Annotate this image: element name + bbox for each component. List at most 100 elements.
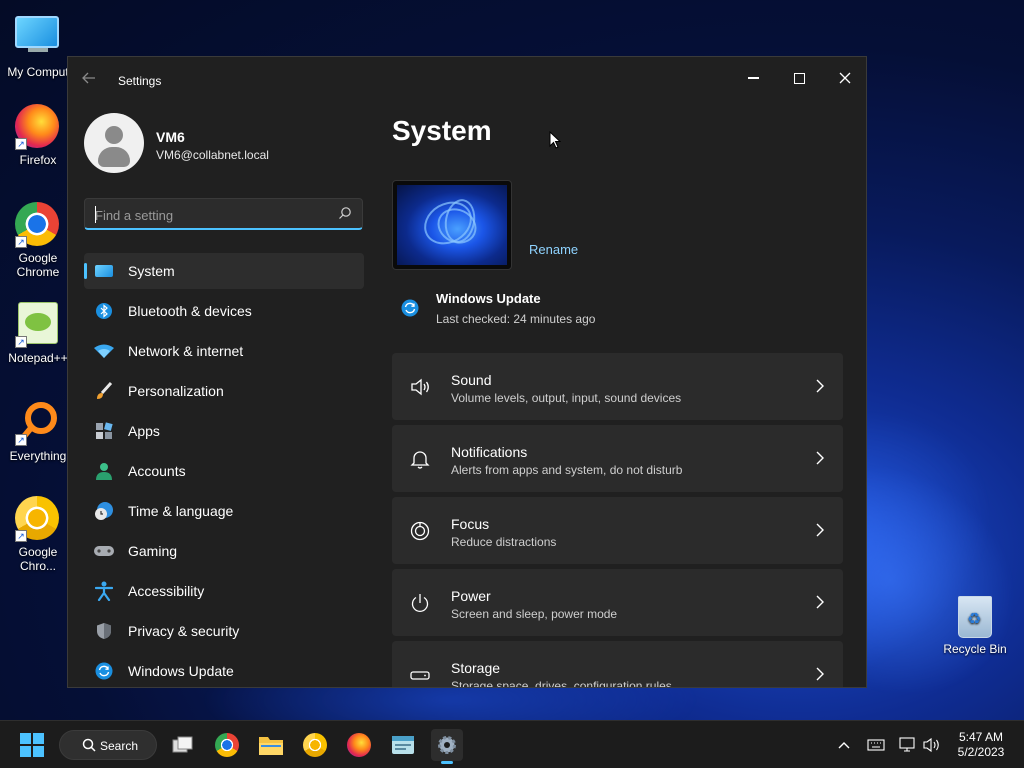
desktop-icon-notepad-plus-plus[interactable]: ↗ Notepad++ bbox=[0, 302, 76, 365]
sidebar-item-bluetooth-devices[interactable]: Bluetooth & devices bbox=[84, 293, 364, 329]
desktop-icon-label: Firefox bbox=[19, 153, 57, 167]
sidebar-item-label: Privacy & security bbox=[128, 623, 240, 639]
card-title: Power bbox=[451, 588, 491, 604]
sidebar-item-gaming[interactable]: Gaming bbox=[84, 533, 364, 569]
taskbar-chrome[interactable] bbox=[211, 729, 243, 761]
chevron-right-icon bbox=[816, 523, 824, 537]
search-input[interactable] bbox=[95, 205, 325, 225]
sidebar-item-personalization[interactable]: Personalization bbox=[84, 373, 364, 409]
search-box[interactable] bbox=[84, 198, 363, 230]
speaker-icon bbox=[923, 737, 939, 753]
windows-update-title[interactable]: Windows Update bbox=[436, 291, 541, 306]
taskbar-search-label: Search bbox=[100, 739, 139, 753]
settings-window: Settings VM6 VM6@collabnet.local System bbox=[67, 56, 867, 688]
card-subtitle: Storage space, drives, configuration rul… bbox=[451, 679, 672, 688]
desktop-wallpaper-thumbnail bbox=[392, 180, 512, 270]
card-notifications[interactable]: Notifications Alerts from apps and syste… bbox=[392, 425, 843, 492]
task-view-button[interactable] bbox=[167, 729, 199, 761]
taskbar: Search 5:47 AM 5/2/2023 bbox=[0, 720, 1024, 768]
desktop-icon-recycle-bin[interactable]: ♻ Recycle Bin bbox=[940, 596, 1010, 656]
speaker-icon bbox=[411, 378, 429, 396]
notepad-plus-plus-icon bbox=[392, 736, 414, 754]
sidebar-item-privacy-security[interactable]: Privacy & security bbox=[84, 613, 364, 649]
windows-update-icon bbox=[401, 299, 419, 317]
volume-tray-button[interactable] bbox=[922, 735, 942, 755]
sidebar-nav: System Bluetooth & devices Network & int… bbox=[84, 253, 364, 687]
keyboard-icon bbox=[867, 739, 885, 751]
sidebar-item-label: Personalization bbox=[128, 383, 224, 399]
card-subtitle: Alerts from apps and system, do not dist… bbox=[451, 463, 683, 477]
desktop-icon-google-chrome-canary[interactable]: ↗ Google Chro... bbox=[0, 496, 76, 573]
everything-search-icon: ↗ bbox=[15, 400, 61, 446]
desktop-icon-everything[interactable]: ↗ Everything bbox=[0, 400, 76, 463]
power-icon bbox=[411, 594, 429, 612]
windows-update-status: Last checked: 24 minutes ago bbox=[436, 312, 596, 326]
minimize-icon bbox=[747, 77, 759, 79]
card-power[interactable]: Power Screen and sleep, power mode bbox=[392, 569, 843, 636]
close-button[interactable] bbox=[822, 63, 866, 93]
apps-icon bbox=[94, 421, 114, 441]
bluetooth-icon bbox=[94, 301, 114, 321]
sidebar-item-system[interactable]: System bbox=[84, 253, 364, 289]
taskbar-firefox[interactable] bbox=[343, 729, 375, 761]
chevron-right-icon bbox=[816, 595, 824, 609]
card-storage[interactable]: Storage Storage space, drives, configura… bbox=[392, 641, 843, 688]
sidebar-item-label: Bluetooth & devices bbox=[128, 303, 252, 319]
account-icon bbox=[94, 461, 114, 481]
desktop-icon-label: Everything bbox=[9, 449, 67, 463]
wifi-icon bbox=[94, 341, 114, 361]
chevron-right-icon bbox=[816, 379, 824, 393]
chrome-canary-icon: ↗ bbox=[15, 496, 61, 542]
minimize-button[interactable] bbox=[730, 63, 776, 93]
maximize-button[interactable] bbox=[776, 63, 822, 93]
sidebar-item-time-language[interactable]: Time & language bbox=[84, 493, 364, 529]
show-hidden-icons-button[interactable] bbox=[834, 735, 854, 755]
rename-link[interactable]: Rename bbox=[529, 242, 578, 257]
shield-icon bbox=[94, 621, 114, 641]
avatar[interactable] bbox=[84, 113, 144, 173]
network-tray-button[interactable] bbox=[898, 735, 918, 755]
sidebar-item-accounts[interactable]: Accounts bbox=[84, 453, 364, 489]
taskbar-settings[interactable] bbox=[431, 729, 463, 764]
accessibility-icon bbox=[94, 581, 114, 601]
taskbar-chrome-canary[interactable] bbox=[299, 729, 331, 761]
bell-icon bbox=[410, 451, 430, 469]
search-icon[interactable] bbox=[338, 206, 352, 220]
chrome-icon: ↗ bbox=[15, 202, 61, 248]
start-button[interactable] bbox=[20, 733, 44, 757]
settings-gear-icon bbox=[438, 736, 456, 754]
desktop-icon-my-computer[interactable]: My Comput bbox=[0, 10, 76, 79]
user-name: VM6 bbox=[156, 129, 185, 145]
close-icon bbox=[839, 72, 851, 84]
keyboard-tray-button[interactable] bbox=[866, 735, 886, 755]
sidebar-item-label: Apps bbox=[128, 423, 160, 439]
desktop-icon-firefox[interactable]: ↗ Firefox bbox=[0, 104, 76, 167]
search-icon bbox=[82, 738, 96, 752]
desktop-icon-google-chrome[interactable]: ↗ Google Chrome bbox=[0, 202, 76, 279]
card-subtitle: Screen and sleep, power mode bbox=[451, 607, 618, 621]
taskbar-clock[interactable]: 5:47 AM 5/2/2023 bbox=[948, 730, 1014, 760]
desktop-icon-label: Google Chro... bbox=[18, 545, 58, 573]
monitor-icon bbox=[15, 16, 61, 62]
card-focus[interactable]: Focus Reduce distractions bbox=[392, 497, 843, 564]
sidebar-item-accessibility[interactable]: Accessibility bbox=[84, 573, 364, 609]
taskbar-notepad-plus-plus[interactable] bbox=[387, 729, 419, 761]
storage-icon bbox=[410, 671, 430, 680]
card-title: Focus bbox=[451, 516, 490, 532]
card-title: Notifications bbox=[451, 444, 528, 460]
taskbar-search-button[interactable]: Search bbox=[59, 730, 157, 760]
card-sound[interactable]: Sound Volume levels, output, input, soun… bbox=[392, 353, 843, 420]
title-bar[interactable]: Settings bbox=[68, 57, 866, 105]
windows-logo-icon bbox=[20, 733, 31, 744]
sidebar-item-label: Accessibility bbox=[128, 583, 205, 599]
back-button[interactable] bbox=[82, 71, 100, 91]
page-title: System bbox=[392, 115, 492, 146]
focus-icon bbox=[410, 521, 430, 541]
sidebar-item-windows-update[interactable]: Windows Update bbox=[84, 653, 364, 687]
sidebar-item-network-internet[interactable]: Network & internet bbox=[84, 333, 364, 369]
sidebar-item-apps[interactable]: Apps bbox=[84, 413, 364, 449]
window-title: Settings bbox=[118, 74, 162, 88]
taskbar-file-explorer[interactable] bbox=[255, 729, 287, 761]
sidebar-item-label: Accounts bbox=[128, 463, 186, 479]
system-display-icon bbox=[94, 261, 114, 281]
